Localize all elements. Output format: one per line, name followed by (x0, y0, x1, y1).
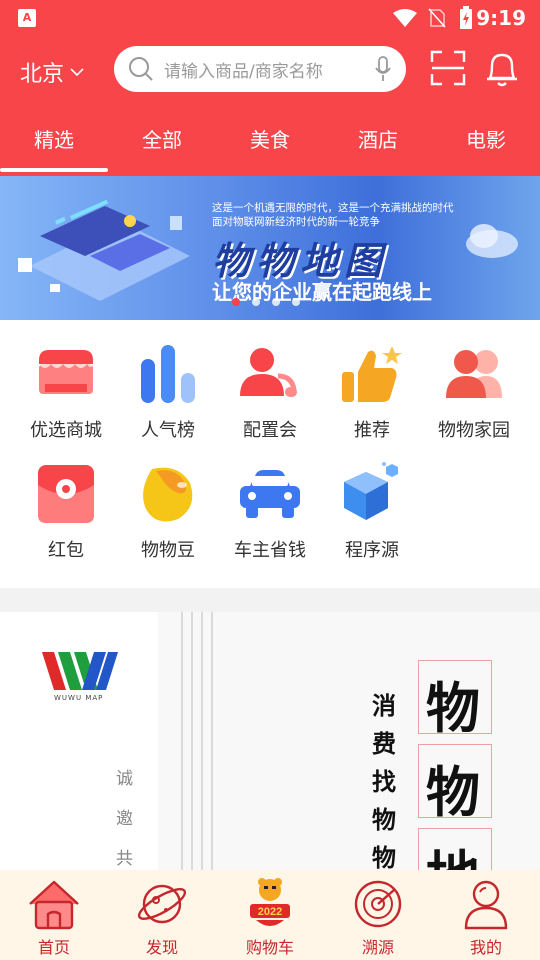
bean-icon (143, 467, 193, 522)
planet-icon (137, 884, 187, 924)
carousel-dot[interactable] (232, 298, 240, 306)
red-envelope-icon (38, 465, 94, 523)
calligraphy-char: 费 (372, 729, 396, 758)
feature-left-pane: WUWU MAP 诚 邀 共 (0, 612, 158, 870)
car-icon (240, 470, 300, 518)
bottom-nav: 首页 发现 2022 购物车 溯源 我的 (0, 870, 540, 960)
banner-line-2: 面对物联网新经济时代的新一轮竞争 (212, 216, 380, 228)
carousel-dot[interactable] (272, 298, 280, 306)
grid-item-label: 配置会 (243, 420, 297, 441)
grid-item-program-source[interactable]: 程序源 (318, 462, 426, 562)
cloud-icon (466, 224, 518, 258)
calligraphy-char: 消 (372, 691, 396, 720)
nav-trace[interactable]: 溯源 (324, 878, 432, 958)
scan-icon[interactable] (430, 50, 466, 86)
grid-item-label: 车主省钱 (234, 540, 306, 561)
city-selector[interactable]: 北京 (20, 56, 84, 88)
carousel-dot[interactable] (292, 298, 300, 306)
status-bar: A 9:19 (0, 0, 540, 36)
promo-banner[interactable]: 这是一个机遇无限的时代，这是一个充满挑战的时代 面对物联网新经济时代的新一轮竞争… (0, 176, 540, 320)
grid-item-label: 推荐 (354, 420, 390, 441)
shop-icon (39, 350, 93, 394)
nav-label: 溯源 (361, 938, 394, 957)
header: 北京 请输入商品/商家名称 精选 全部 美食 酒店 电影 (0, 36, 540, 176)
grid-item-car-savings[interactable]: 车主省钱 (216, 462, 324, 562)
radar-icon (354, 880, 402, 928)
tab-featured[interactable]: 精选 (0, 124, 108, 153)
no-sim-icon (428, 8, 446, 28)
carousel-dot[interactable] (252, 298, 260, 306)
grid-item-home-garden[interactable]: 物物家园 (420, 342, 528, 442)
tab-hotel[interactable]: 酒店 (324, 124, 432, 153)
grid-item-label: 物物家园 (438, 420, 510, 441)
search-bar[interactable]: 请输入商品/商家名称 (114, 46, 406, 92)
grid-item-label: 程序源 (345, 540, 399, 561)
grid-item-config[interactable]: 配置会 (216, 342, 324, 442)
battery-icon (460, 6, 472, 29)
tab-food[interactable]: 美食 (216, 124, 324, 153)
invite-char: 共 (116, 849, 133, 869)
calligraphy-char: 物 (372, 805, 396, 834)
grid-item-recommend[interactable]: 推荐 (318, 342, 426, 442)
banner-illustration (18, 199, 190, 301)
wuwu-logo (42, 652, 118, 690)
nav-profile[interactable]: 我的 (432, 878, 540, 958)
tiger-2022-icon: 2022 (250, 878, 290, 926)
active-tab-indicator (0, 168, 108, 172)
microphone-icon[interactable] (374, 56, 392, 82)
profile-icon (464, 880, 508, 930)
calligraphy-char-large: 物 (426, 760, 480, 824)
banner-line-1: 这是一个机遇无限的时代，这是一个充满挑战的时代 (212, 202, 454, 214)
tab-movie[interactable]: 电影 (432, 124, 540, 153)
grid-item-red-envelope[interactable]: 红包 (12, 462, 120, 562)
grid-item-label: 人气榜 (141, 420, 195, 441)
user-icon (240, 348, 297, 397)
feature-card[interactable]: WUWU MAP 诚 邀 共 消 费 找 物 物 物 物 地 (0, 612, 540, 870)
logo-text: WUWU MAP (54, 694, 104, 702)
clock: 9:19 (476, 6, 526, 30)
calligraphy-char: 找 (372, 767, 396, 796)
invite-char: 诚 (116, 769, 133, 789)
nav-home[interactable]: 首页 (0, 878, 108, 958)
search-icon (129, 57, 153, 81)
city-label: 北京 (20, 62, 65, 87)
grid-item-label: 优选商城 (30, 420, 102, 441)
grid-item-wuwu-bean[interactable]: 物物豆 (114, 462, 222, 562)
carousel-dots (232, 298, 300, 306)
tab-all[interactable]: 全部 (108, 124, 216, 153)
wifi-icon (393, 9, 417, 27)
category-tabs: 精选 全部 美食 酒店 电影 (0, 118, 540, 164)
search-input[interactable]: 请输入商品/商家名称 (164, 57, 374, 82)
nav-label: 发现 (145, 938, 178, 957)
grid-item-label: 物物豆 (141, 540, 195, 561)
function-grid: 优选商城 人气榜 配置会 推荐 物物家园 红包 物物豆 车主省钱 程序源 (0, 320, 540, 588)
nav-cart[interactable]: 2022 购物车 (216, 878, 324, 958)
bell-icon[interactable] (484, 50, 520, 88)
nav-label: 我的 (469, 938, 502, 957)
chevron-down-icon (70, 68, 84, 77)
grid-item-popularity[interactable]: 人气榜 (114, 342, 222, 442)
thumbs-up-icon (342, 346, 402, 402)
home-icon (29, 880, 79, 930)
nav-label: 首页 (37, 938, 70, 957)
nav-discover[interactable]: 发现 (108, 878, 216, 958)
feature-right-pane: 消 费 找 物 物 物 物 地 (158, 612, 540, 870)
app-notification-icon: A (18, 9, 36, 27)
grid-item-mall[interactable]: 优选商城 (12, 342, 120, 442)
svg-text:2022: 2022 (258, 906, 282, 918)
calligraphy-char-large: 地 (426, 832, 480, 870)
invite-char: 邀 (116, 809, 133, 829)
calligraphy-char: 物 (372, 843, 396, 870)
bar-chart-icon (141, 345, 195, 403)
calligraphy-char-large: 物 (426, 676, 480, 740)
grid-item-label: 红包 (48, 540, 84, 561)
decorative-lines (181, 612, 213, 870)
cube-icon (344, 462, 398, 520)
nav-label: 购物车 (245, 938, 294, 957)
users-icon (446, 350, 502, 398)
